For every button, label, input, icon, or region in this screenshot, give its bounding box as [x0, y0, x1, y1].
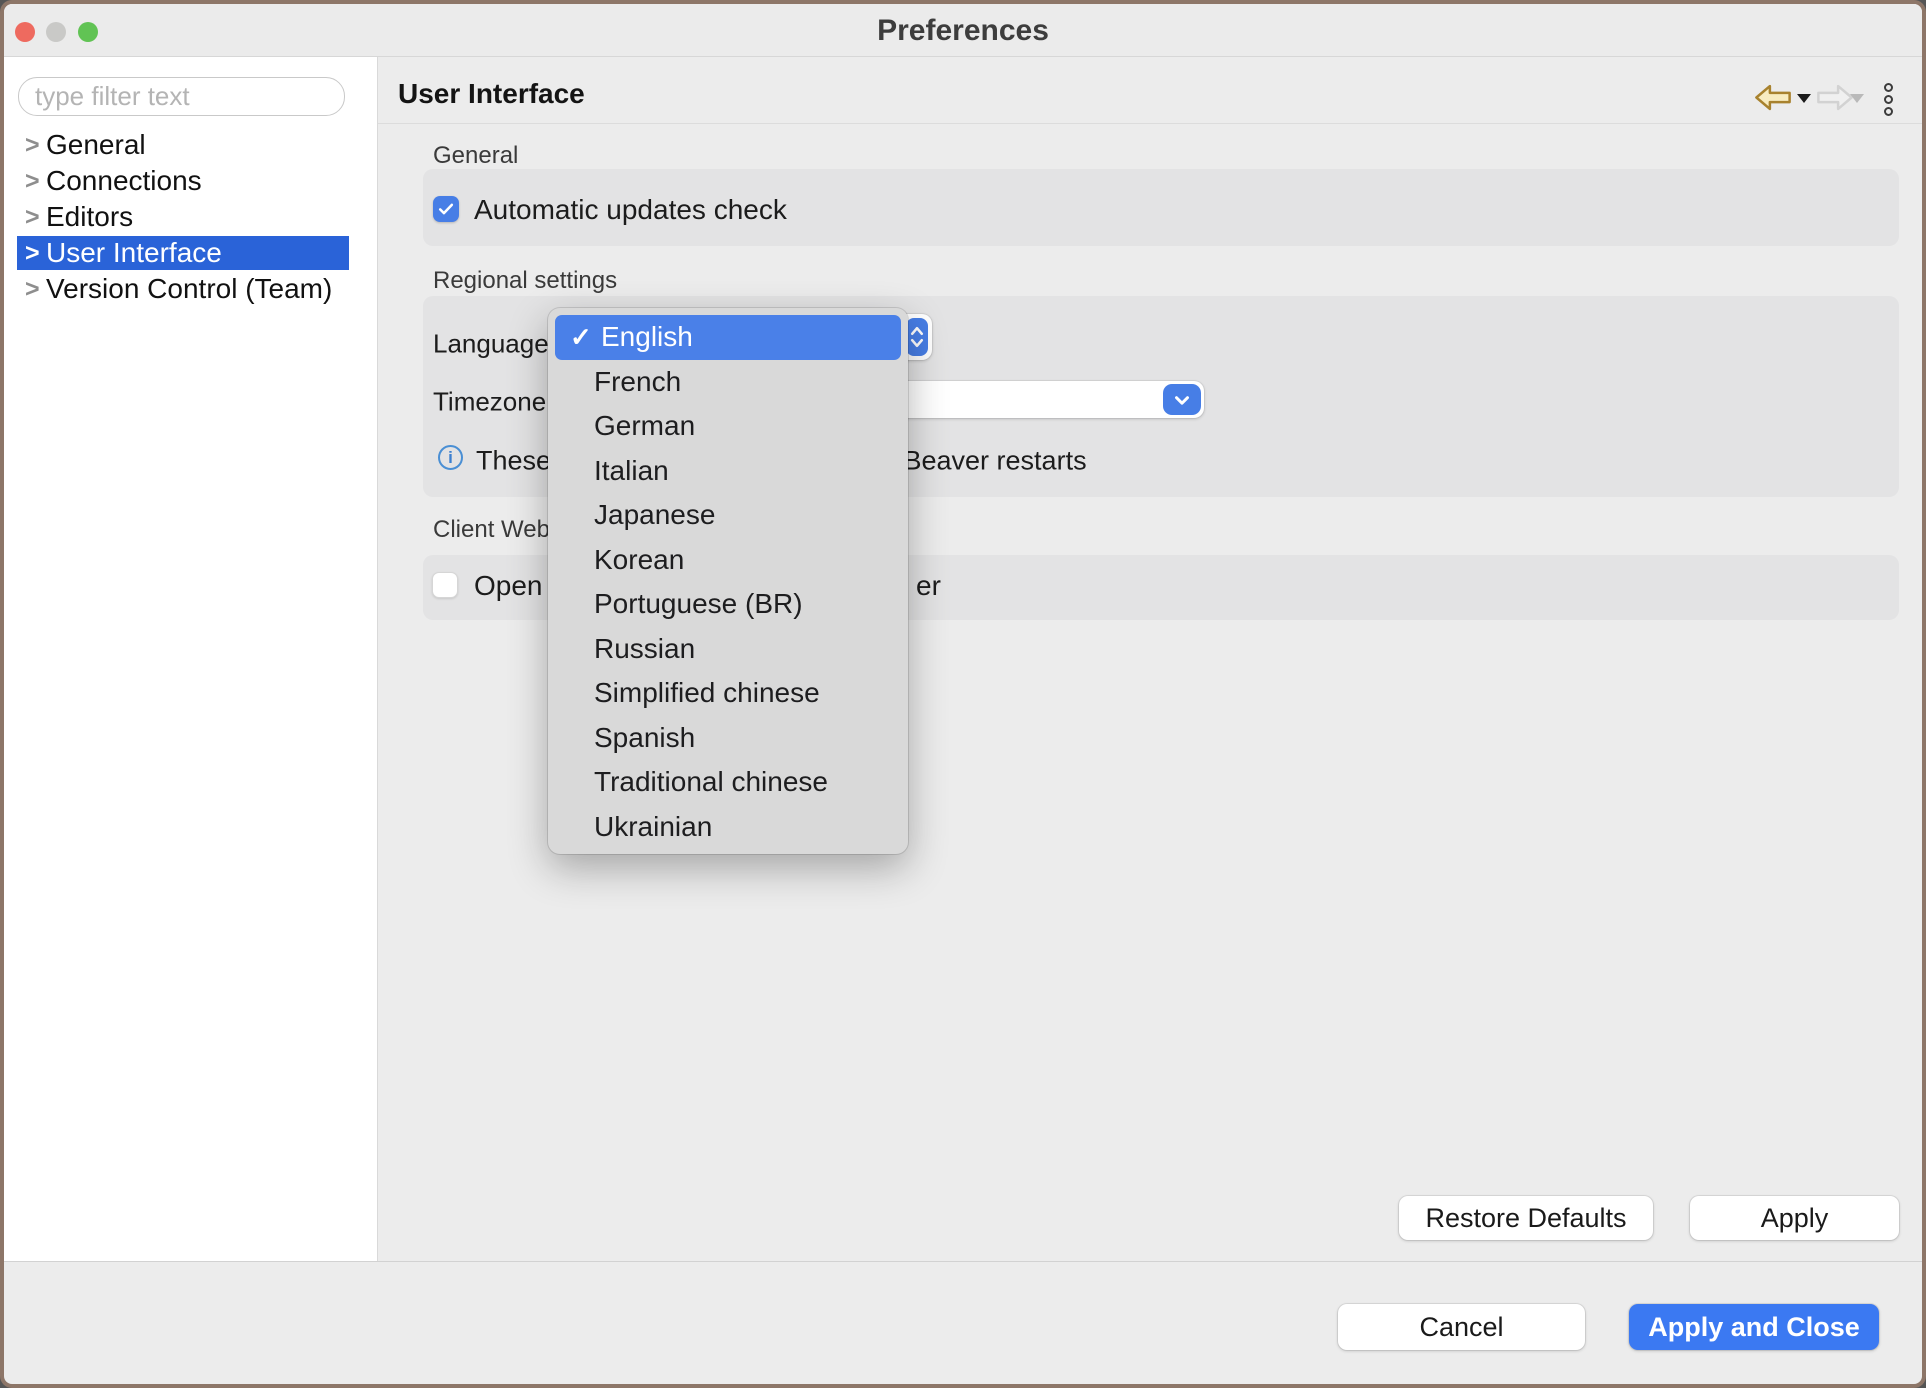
sidebar-item-general[interactable]: >General	[4, 127, 378, 163]
menu-item-ukrainian[interactable]: Ukrainian	[548, 805, 908, 850]
client-web-section-label: Client Web	[433, 516, 550, 544]
menu-item-label: French	[594, 366, 681, 398]
language-label: Language:	[433, 329, 556, 360]
timezone-label: Timezone:	[433, 387, 553, 418]
sidebar-item-editors[interactable]: >Editors	[4, 199, 378, 235]
chevron-right-icon[interactable]: >	[25, 169, 46, 194]
timezone-dropdown-icon[interactable]	[1163, 384, 1201, 415]
regional-settings-label: Regional settings	[433, 267, 617, 295]
restart-note-left: These	[476, 446, 551, 477]
info-icon: i	[438, 445, 463, 470]
filter-input[interactable]	[18, 77, 345, 116]
menu-item-label: English	[601, 321, 693, 353]
restore-defaults-button[interactable]: Restore Defaults	[1399, 1196, 1653, 1240]
window-title: Preferences	[4, 4, 1922, 57]
client-web-checkbox-label: Open	[474, 570, 543, 602]
cancel-button[interactable]: Cancel	[1338, 1304, 1585, 1350]
menu-item-label: Russian	[594, 633, 695, 665]
back-arrow-icon[interactable]	[1753, 84, 1793, 116]
menu-item-portuguese-br[interactable]: Portuguese (BR)	[548, 582, 908, 627]
menu-item-label: Italian	[594, 455, 669, 487]
back-history-dropdown-icon[interactable]	[1797, 94, 1811, 103]
menu-item-japanese[interactable]: Japanese	[548, 493, 908, 538]
sidebar-item-label: User Interface	[46, 237, 222, 269]
preferences-tree: >General>Connections>Editors>User Interf…	[4, 127, 378, 307]
general-section-label: General	[433, 142, 518, 170]
menu-item-spanish[interactable]: Spanish	[548, 716, 908, 761]
chevron-right-icon[interactable]: >	[25, 241, 46, 266]
page-title: User Interface	[398, 78, 585, 110]
menu-item-label: German	[594, 410, 695, 442]
apply-button[interactable]: Apply	[1690, 1196, 1899, 1240]
forward-history-dropdown-icon[interactable]	[1850, 94, 1864, 103]
sidebar-item-label: General	[46, 129, 146, 161]
client-web-label-fragment: er	[916, 570, 941, 602]
menu-item-simplified-chinese[interactable]: Simplified chinese	[548, 671, 908, 716]
menu-item-label: Simplified chinese	[594, 677, 820, 709]
menu-item-french[interactable]: French	[548, 360, 908, 405]
chevron-right-icon[interactable]: >	[25, 133, 46, 158]
menu-item-label: Traditional chinese	[594, 766, 828, 798]
sidebar-item-connections[interactable]: >Connections	[4, 163, 378, 199]
language-select-stepper-icon[interactable]	[906, 318, 928, 356]
client-web-checkbox[interactable]	[432, 572, 458, 598]
menu-item-label: Korean	[594, 544, 684, 576]
menu-item-label: Spanish	[594, 722, 695, 754]
header-divider	[378, 123, 1922, 124]
minimize-button[interactable]	[46, 22, 66, 42]
preferences-window: Preferences >General>Connections>Editors…	[0, 0, 1926, 1388]
apply-and-close-button[interactable]: Apply and Close	[1629, 1304, 1879, 1350]
sidebar-item-label: Connections	[46, 165, 202, 197]
menu-item-english[interactable]: ✓English	[555, 315, 901, 360]
sidebar-item-label: Version Control (Team)	[46, 273, 332, 305]
menu-item-italian[interactable]: Italian	[548, 449, 908, 494]
menu-item-traditional-chinese[interactable]: Traditional chinese	[548, 760, 908, 805]
menu-item-label: Ukrainian	[594, 811, 712, 843]
chevron-right-icon[interactable]: >	[25, 277, 46, 302]
automatic-updates-label: Automatic updates check	[474, 194, 787, 226]
menu-item-label: Portuguese (BR)	[594, 588, 803, 620]
zoom-button[interactable]	[78, 22, 98, 42]
menu-item-label: Japanese	[594, 499, 715, 531]
sidebar-item-user-interface[interactable]: >User Interface	[4, 235, 378, 271]
sidebar-item-version-control-team[interactable]: >Version Control (Team)	[4, 271, 378, 307]
sidebar-item-label: Editors	[46, 201, 133, 233]
language-dropdown-menu: ✓English French German Italian Japanese Korea…	[548, 308, 908, 854]
close-button[interactable]	[15, 22, 35, 42]
automatic-updates-checkbox[interactable]	[433, 196, 459, 222]
chevron-right-icon[interactable]: >	[25, 205, 46, 230]
kebab-menu-icon[interactable]	[1884, 83, 1893, 116]
menu-item-german[interactable]: German	[548, 404, 908, 449]
restart-note-right: DBeaver restarts	[884, 446, 1087, 477]
forward-arrow-icon[interactable]	[1815, 84, 1855, 116]
menu-item-korean[interactable]: Korean	[548, 538, 908, 583]
menu-item-russian[interactable]: Russian	[548, 627, 908, 672]
checkmark-icon: ✓	[570, 322, 601, 353]
footer-divider	[4, 1261, 1922, 1262]
